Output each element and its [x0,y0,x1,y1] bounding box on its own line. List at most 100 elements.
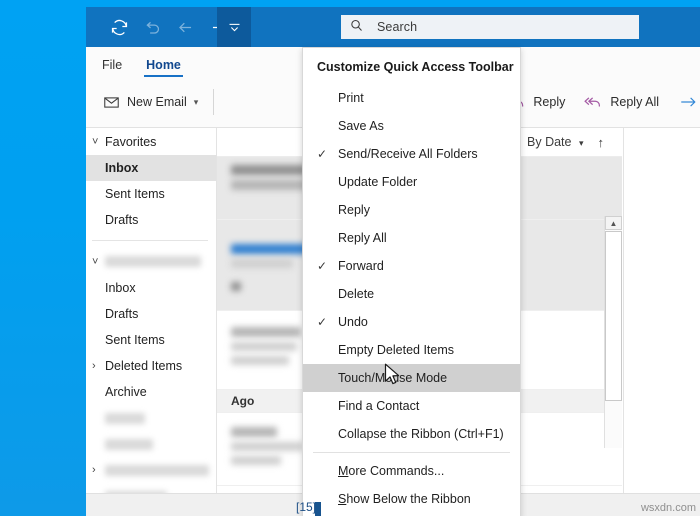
customize-quick-access-toolbar-menu: Customize Quick Access Toolbar Print Save… [302,47,521,516]
menu-item-show-below-the-ribbon[interactable]: Show Below the Ribbon [303,485,520,513]
sidebar-item-redacted-3[interactable]: › x [86,457,216,483]
chevron-right-icon: › [92,360,96,372]
menu-item-label: Print [338,91,364,105]
sidebar-item-favorites-sent-items[interactable]: Sent Items [86,181,216,207]
account-name-redacted: account [105,256,201,267]
sort-label: By Date [527,135,572,149]
arrow-up-icon[interactable]: ↑ [598,135,605,150]
message-list-scrollbar[interactable]: ▲ [604,216,622,448]
sidebar-item-sent-items[interactable]: Sent Items [86,327,216,353]
new-email-button[interactable]: New Email ▾ [94,94,207,111]
sender-redacted [231,427,277,437]
folder-label-redacted: x [105,464,209,476]
menu-item-label: Show Below the Ribbon [338,492,471,506]
preview-redacted [231,356,289,365]
menu-item-label: Undo [338,315,368,329]
menu-item-find-a-contact[interactable]: Find a Contact [303,392,520,420]
reply-all-button[interactable]: Reply All [574,93,668,111]
undo-icon[interactable] [136,11,168,43]
sidebar-item-redacted-1[interactable]: x [86,405,216,431]
page-number-label: [15] [296,500,317,514]
menu-item-update-folder[interactable]: Update Folder [303,168,520,196]
back-icon[interactable] [169,11,201,43]
folder-label: Sent Items [105,187,165,201]
search-icon [349,18,367,36]
forward-arrow-icon [677,93,699,111]
chevron-down-icon: ˅ [92,135,99,148]
menu-item-undo[interactable]: ✓ Undo [303,308,520,336]
menu-separator [313,452,510,453]
menu-item-print[interactable]: Print [303,84,520,112]
menu-item-label: Forward [338,259,384,273]
folder-group-favorites[interactable]: ˅ Favorites [86,128,216,155]
folder-label: Archive [105,385,147,399]
menu-item-label: Save As [338,119,384,133]
menu-item-label: Reply All [338,231,387,245]
preview-redacted [231,259,293,268]
search-placeholder-text: Search [377,20,418,34]
menu-item-send-receive-all-folders[interactable]: ✓ Send/Receive All Folders [303,140,520,168]
scrollbar-thumb[interactable] [605,231,622,401]
sidebar-item-inbox[interactable]: Inbox [86,275,216,301]
menu-item-label: Delete [338,287,375,301]
forward-button[interactable] [668,93,699,111]
scroll-up-arrow-icon[interactable]: ▲ [605,216,622,230]
ribbon-divider-1 [213,89,215,115]
folder-pane-divider [92,240,208,241]
menu-item-reply[interactable]: Reply [303,196,520,224]
envelope-icon [103,94,120,111]
menu-item-more-commands[interactable]: More Commands... [303,457,520,485]
send-receive-icon[interactable] [103,11,135,43]
menu-item-label: Collapse the Ribbon (Ctrl+F1) [338,427,504,441]
title-bar: Search [86,7,700,47]
menu-item-delete[interactable]: Delete [303,280,520,308]
chevron-right-icon: › [92,464,96,476]
new-email-label: New Email [127,95,187,109]
chevron-down-icon: ˅ [92,255,99,268]
menu-item-save-as[interactable]: Save As [303,112,520,140]
menu-item-collapse-the-ribbon-ctrl-f1[interactable]: Collapse the Ribbon (Ctrl+F1) [303,420,520,448]
menu-item-label: Reply [338,203,370,217]
sender-redacted [231,165,307,175]
tab-home[interactable]: Home [134,58,193,77]
customize-quick-access-toolbar-button[interactable] [217,7,251,47]
tab-file[interactable]: File [90,58,134,77]
sidebar-item-drafts[interactable]: Drafts [86,301,216,327]
favorites-label: Favorites [105,134,157,149]
menu-item-label: Touch/Mouse Mode [338,371,448,385]
menu-item-touch-mouse-mode[interactable]: Touch/Mouse Mode [303,364,520,392]
subject-redacted [231,442,303,451]
menu-item-forward[interactable]: ✓ Forward [303,252,520,280]
flag-redacted [231,282,241,291]
chevron-down-icon[interactable]: ▾ [194,97,199,108]
search-input[interactable]: Search [341,15,639,39]
chevron-down-icon: ▾ [578,138,584,148]
subject-redacted [231,342,297,351]
preview-redacted [231,456,281,465]
menu-item-empty-deleted-items[interactable]: Empty Deleted Items [303,336,520,364]
menu-item-label: Send/Receive All Folders [338,147,478,161]
watermark-text: wsxdn.com [640,502,696,514]
reply-all-icon [583,93,603,111]
sidebar-item-deleted-items[interactable]: › Deleted Items [86,353,216,379]
folder-label-redacted: x [105,412,145,424]
sidebar-item-archive[interactable]: Archive [86,379,216,405]
menu-item-reply-all[interactable]: Reply All [303,224,520,252]
menu-item-label: More Commands... [338,464,445,478]
folder-label: Inbox [105,281,136,295]
folder-label: Drafts [105,213,139,227]
reply-all-label: Reply All [610,95,659,109]
sidebar-item-redacted-2[interactable]: x [86,431,216,457]
sidebar-item-favorites-inbox[interactable]: Inbox [86,155,216,181]
sort-by-date-button[interactable]: By Date ▾ [527,135,583,149]
menu-item-label: Empty Deleted Items [338,343,455,357]
outlook-window: Search File Home er Help New Email ▾ [86,7,700,516]
sidebar-item-favorites-drafts[interactable]: Drafts [86,207,216,233]
screenshot-root: [15] Search File Home New Email ▾ Reply … [0,0,700,516]
checkmark-icon: ✓ [317,147,328,161]
reply-label: Reply [533,95,566,109]
menu-title: Customize Quick Access Toolbar [317,60,514,74]
folder-group-account[interactable]: ˅ account [86,248,216,275]
folder-label: Deleted Items [105,359,183,373]
folder-label-redacted: x [105,438,153,450]
